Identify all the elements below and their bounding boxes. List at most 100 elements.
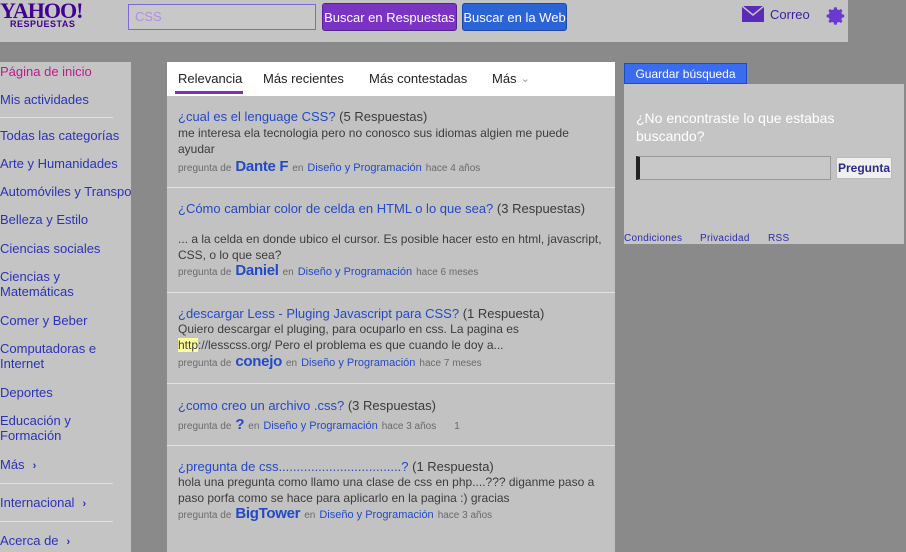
result-snippet: Quiero descargar el pluging, para ocupar… — [178, 321, 603, 353]
privacy-link[interactable]: Privacidad — [700, 233, 750, 244]
timestamp: hace 6 meses — [416, 267, 479, 278]
user-link[interactable]: Dante F — [235, 158, 288, 175]
sidebar-item-sports[interactable]: Deportes — [0, 385, 53, 400]
result-title-link[interactable]: ¿descargar Less - Pluging Javascript par… — [178, 306, 459, 321]
logo-sub: RESPUESTAS — [10, 19, 76, 29]
answer-count: (3 Respuestas) — [496, 201, 586, 216]
sidebar-item-science-line2: Matemáticas — [0, 284, 74, 299]
mail-icon — [742, 6, 764, 22]
divider — [0, 483, 113, 484]
answer-count: (1 Respuesta) — [462, 306, 545, 321]
tab-more[interactable]: Más ⌄ — [492, 71, 530, 86]
mail-label: Correo — [770, 6, 810, 22]
result-title: ¿descargar Less - Pluging Javascript par… — [178, 306, 608, 321]
tab-recent[interactable]: Más recientes — [263, 71, 344, 86]
search-web-button[interactable]: Buscar en la Web — [462, 3, 567, 31]
chevron-right-icon: › — [66, 536, 71, 548]
divider — [0, 521, 113, 522]
sidebar-item-arts[interactable]: Arte y Humanidades — [0, 156, 118, 171]
chevron-down-icon: ⌄ — [520, 73, 530, 85]
sidebar-item-science-line1: Ciencias y — [0, 269, 60, 284]
highlighted-term: http — [178, 338, 199, 352]
result-meta: pregunta de ? en Diseño y Programación h… — [178, 416, 460, 433]
sidebar-item-computers[interactable]: Computadoras e Internet — [0, 341, 96, 371]
active-tab-indicator — [175, 91, 243, 94]
mail-link[interactable]: Correo — [742, 6, 810, 22]
rss-link[interactable]: RSS — [768, 233, 789, 244]
sidebar: Página de inicio Mis actividades Todas l… — [0, 62, 131, 552]
ask-button[interactable]: Pregunta — [836, 157, 892, 179]
tab-relevance[interactable]: Relevancia — [178, 71, 242, 86]
in-label: en — [304, 510, 316, 521]
sidebar-item-social-sciences[interactable]: Ciencias sociales — [0, 241, 100, 256]
tab-most-answered[interactable]: Más contestadas — [369, 71, 467, 86]
asked-by-label: pregunta de — [178, 358, 232, 369]
user-link[interactable]: BigTower — [235, 505, 300, 522]
asked-by-label: pregunta de — [178, 267, 232, 278]
sidebar-item-computers-line2: Internet — [0, 356, 45, 371]
sidebar-item-education-line2: Formación — [0, 428, 62, 443]
sidebar-item-more-label: Más — [0, 457, 25, 472]
sidebar-item-home[interactable]: Página de inicio — [0, 64, 92, 79]
in-label: en — [292, 163, 304, 174]
terms-link[interactable]: Condiciones — [624, 233, 682, 244]
category-link[interactable]: Diseño y Programación — [298, 266, 412, 278]
result-title: ¿pregunta de css........................… — [178, 459, 608, 474]
result-item: ¿Cómo cambiar color de celda en HTML o l… — [167, 188, 615, 293]
asked-by-label: pregunta de — [178, 510, 232, 521]
sidebar-item-education-line1: Educación y — [0, 413, 71, 428]
timestamp: hace 3 años — [437, 510, 493, 521]
answer-count: (1 Respuesta) — [412, 459, 494, 474]
sidebar-item-international[interactable]: Internacional › — [0, 495, 86, 512]
sidebar-item-more[interactable]: Más › — [0, 457, 36, 474]
search-input[interactable]: CSS — [128, 4, 316, 30]
result-item: ¿como creo un archivo .css? (3 Respuesta… — [167, 384, 615, 446]
category-link[interactable]: Diseño y Programación — [319, 509, 433, 521]
timestamp: hace 7 meses — [419, 358, 482, 369]
sidebar-item-about[interactable]: Acerca de › — [0, 533, 70, 550]
result-snippet: ... a la celda en donde ubico el cursor.… — [178, 232, 602, 262]
category-link[interactable]: Diseño y Programación — [263, 420, 377, 432]
sidebar-item-food[interactable]: Comer y Beber — [0, 313, 87, 328]
result-title: ¿cual es el lenguage CSS? (5 Respuestas) — [178, 109, 608, 124]
sidebar-item-beauty[interactable]: Belleza y Estilo — [0, 212, 88, 227]
result-title-link[interactable]: ¿pregunta de css........................… — [178, 459, 408, 474]
result-item: ¿cual es el lenguage CSS? (5 Respuestas)… — [167, 96, 615, 188]
yahoo-logo[interactable]: YAHOO! RESPUESTAS — [0, 0, 83, 29]
user-link[interactable]: conejo — [235, 353, 282, 370]
result-item: ¿pregunta de css........................… — [167, 446, 615, 552]
snippet-text: Quiero descargar el pluging, para ocupar… — [178, 322, 519, 336]
sidebar-item-computers-line1: Computadoras e — [0, 341, 97, 356]
save-search-button[interactable]: Guardar búsqueda — [624, 63, 747, 84]
result-meta: pregunta de Dante F en Diseño y Programa… — [178, 158, 480, 175]
sidebar-item-all-categories[interactable]: Todas las categorías — [0, 128, 119, 143]
sidebar-item-education[interactable]: Educación y Formación — [0, 413, 71, 443]
sidebar-item-my-activity[interactable]: Mis actividades — [0, 92, 89, 107]
question-input[interactable] — [636, 156, 831, 180]
answer-count: (5 Respuestas) — [339, 109, 428, 124]
category-link[interactable]: Diseño y Programación — [307, 162, 421, 174]
gear-icon[interactable] — [825, 5, 847, 27]
result-title-link[interactable]: ¿como creo un archivo .css? — [178, 398, 344, 413]
ask-question-panel: ¿No encontraste lo que estabas buscando?… — [624, 84, 904, 230]
user-link[interactable]: Daniel — [235, 262, 279, 279]
timestamp: hace 3 años — [381, 421, 437, 432]
search-answers-button[interactable]: Buscar en Respuestas — [322, 3, 457, 31]
sidebar-item-about-label: Acerca de — [0, 533, 59, 548]
sidebar-item-science[interactable]: Ciencias y Matemáticas — [0, 269, 74, 299]
results-list: ¿cual es el lenguage CSS? (5 Respuestas)… — [167, 96, 615, 552]
asked-by-label: pregunta de — [178, 163, 232, 174]
user-link[interactable]: ? — [235, 416, 244, 433]
result-snippet: me interesa ela tecnologia pero no conos… — [178, 126, 569, 156]
result-title-link[interactable]: ¿cual es el lenguage CSS? — [178, 109, 336, 124]
result-title-link[interactable]: ¿Cómo cambiar color de celda en HTML o l… — [178, 201, 493, 216]
in-label: en — [248, 421, 260, 432]
chevron-right-icon: › — [82, 498, 87, 510]
answer-count: (3 Respuestas) — [347, 398, 436, 413]
sidebar-item-autos[interactable]: Automóviles y Transportes — [0, 184, 131, 199]
result-snippet: hola una pregunta como llamo una clase d… — [178, 475, 595, 505]
in-label: en — [282, 267, 294, 278]
snippet-text: ://lesscss.org/ Pero el problema es que … — [198, 338, 504, 352]
category-link[interactable]: Diseño y Programación — [301, 357, 415, 369]
result-meta: pregunta de BigTower en Diseño y Program… — [178, 505, 492, 522]
